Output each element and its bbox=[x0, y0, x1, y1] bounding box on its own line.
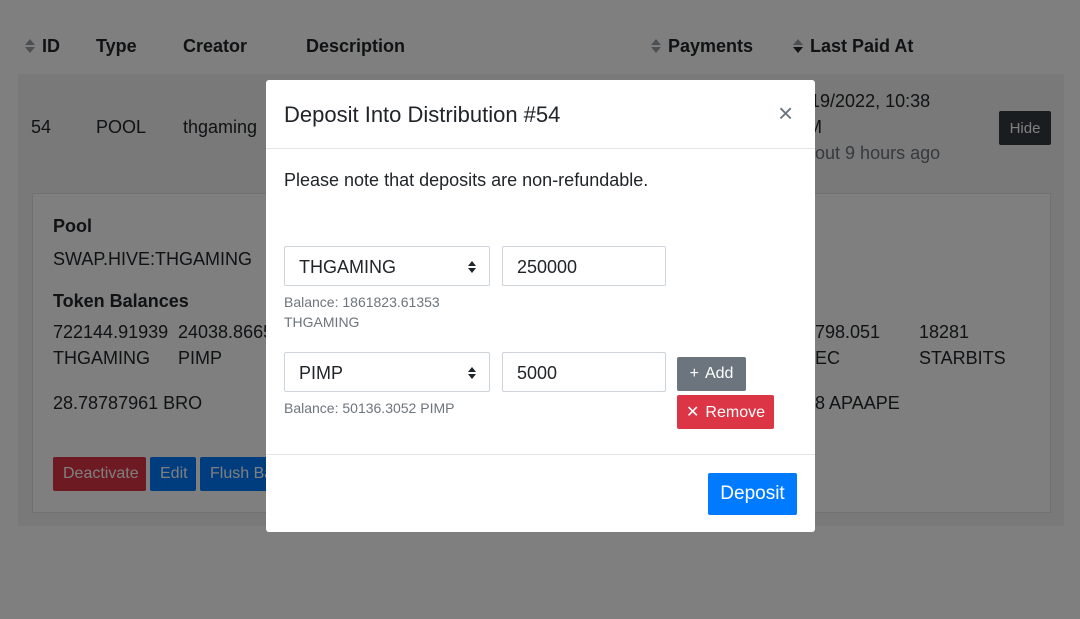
amount-input-value: 5000 bbox=[517, 363, 558, 383]
token-select-value: PIMP bbox=[299, 363, 344, 383]
remove-token-button[interactable]: ✕ Remove bbox=[677, 395, 774, 429]
balance-hint: Balance: 1861823.61353 THGAMING bbox=[284, 292, 440, 332]
modal-header-divider bbox=[266, 148, 815, 149]
add-label: Add bbox=[704, 365, 734, 382]
add-token-button[interactable]: + Add bbox=[677, 357, 746, 391]
select-arrows-icon bbox=[468, 261, 476, 273]
balance-hint-line: THGAMING bbox=[284, 314, 360, 330]
modal-footer-divider bbox=[266, 454, 815, 455]
deposit-modal: Deposit Into Distribution #54 × Please n… bbox=[266, 80, 815, 532]
remove-label: Remove bbox=[705, 404, 765, 421]
page: ID Type Creator Description Payments Las… bbox=[0, 0, 1080, 619]
balance-hint-line: Balance: 1861823.61353 bbox=[284, 294, 440, 310]
deposit-button[interactable]: Deposit bbox=[708, 473, 797, 515]
close-icon[interactable]: × bbox=[778, 98, 793, 129]
amount-input[interactable]: 5000 bbox=[502, 352, 666, 392]
plus-icon: + bbox=[689, 365, 699, 382]
amount-input[interactable]: 250000 bbox=[502, 246, 666, 286]
select-arrows-icon bbox=[468, 367, 476, 379]
token-select-value: THGAMING bbox=[299, 257, 396, 277]
close-icon: ✕ bbox=[686, 404, 700, 421]
balance-hint-line: Balance: 50136.3052 PIMP bbox=[284, 400, 455, 416]
token-select[interactable]: PIMP bbox=[284, 352, 490, 392]
balance-hint: Balance: 50136.3052 PIMP bbox=[284, 398, 454, 418]
amount-input-value: 250000 bbox=[517, 257, 578, 277]
token-select[interactable]: THGAMING bbox=[284, 246, 490, 286]
non-refundable-note: Please note that deposits are non-refund… bbox=[284, 170, 649, 190]
modal-title: Deposit Into Distribution #54 bbox=[284, 102, 561, 127]
